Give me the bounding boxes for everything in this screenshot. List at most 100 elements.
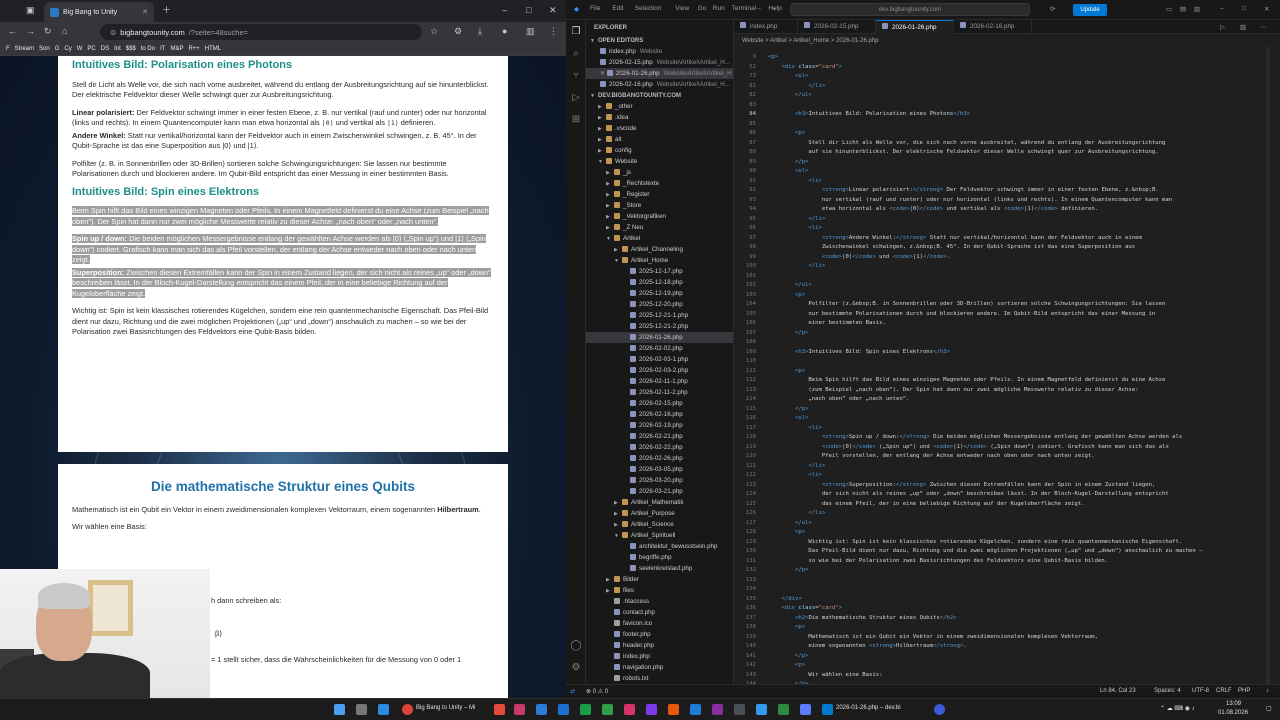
profile-icon[interactable]: ● [502,27,507,36]
cursor-position[interactable]: Ln 84, Col 23 [1100,688,1136,694]
file-tree-item[interactable]: ▶ alt [586,134,733,145]
file-tree-item[interactable]: index.php [586,651,733,662]
explorer-icon[interactable]: ❐ [570,26,582,38]
minimize-icon[interactable]: – [1220,5,1224,12]
file-tree-item[interactable]: ▶ .idea [586,112,733,123]
file-tree-item[interactable]: ▼ Artikel_Home [586,255,733,266]
file-tree-item[interactable]: ▶ Artikel_Science [586,519,733,530]
file-tree-item[interactable]: ▶ _js [586,167,733,178]
file-tree-item[interactable]: ▶ Artikel_Purpose [586,508,733,519]
file-tree-item[interactable]: 2025-12-17.php [586,266,733,277]
app-icon[interactable] [756,704,767,715]
app-icon[interactable] [778,704,789,715]
open-editor-item[interactable]: 2026-02-15.php Website\Artikel\Artikel_H.… [586,57,733,68]
browser-taskbar-icon[interactable] [402,704,413,715]
home-icon[interactable]: ⌂ [62,27,67,36]
clock-time[interactable]: 13:09 [1226,701,1241,707]
tab-actions-icon[interactable]: ▣ [26,6,35,15]
downloads-icon[interactable]: ⤓ [478,27,482,36]
workspace-header[interactable]: ▼ DEV.BIGBANGTOUNITY.COM [586,90,733,101]
file-tree-item[interactable]: navigation.php [586,662,733,673]
bookmark-item[interactable]: R++ [188,46,199,52]
start-icon[interactable] [334,704,345,715]
file-tree-item[interactable]: 2026-02-19.php [586,420,733,431]
menu-item-run[interactable]: Run [713,5,725,12]
tray-icons[interactable]: ⌃ ☁ ⌨ ◉ ♪ [1160,705,1195,712]
file-tree-item[interactable]: 2025-12-21-1.php [586,310,733,321]
file-tree-item[interactable]: ▶ _Z Neu [586,222,733,233]
app-icon[interactable] [624,704,635,715]
file-tree-item[interactable]: 2026-02-03-1.php [586,354,733,365]
clock-date[interactable]: 01.08.2026 [1218,710,1248,716]
code-editor[interactable]: 9 <p> 52 <div class="card"> 73 <ul> 81 </li>… [734,47,1280,684]
menu-icon[interactable]: ⋮ [549,27,558,36]
minimize-icon[interactable]: – [502,6,507,15]
file-tree-item[interactable]: ▶ Artikel_Channeling [586,244,733,255]
run-debug-icon[interactable]: ▷ [570,92,582,104]
vscode-taskbar-label[interactable]: 2026-01-26.php – dev.bi [836,705,901,711]
app-icon[interactable] [800,704,811,715]
search-taskbar-icon[interactable] [356,704,367,715]
file-tree-item[interactable]: ▶ Bilder [586,574,733,585]
menu-item-go[interactable]: Go [698,5,707,12]
panel-toggle-icon[interactable]: ▤ [1180,5,1186,13]
new-tab-icon[interactable]: ＋ [162,6,171,15]
menu-item-terminal[interactable]: Terminal [732,5,757,12]
file-tree-item[interactable]: 2025-12-21-2.php [586,321,733,332]
vscode-taskbar-icon[interactable] [822,704,833,715]
bookmark-item[interactable]: DS [101,46,109,52]
file-tree-item[interactable]: ▼ Artikel [586,233,733,244]
layout-icon[interactable]: ▭ [1166,5,1172,13]
open-editor-item[interactable]: index.php Website [586,46,733,57]
file-tree-item[interactable]: 2026-03-21.php [586,486,733,497]
app-icon[interactable] [712,704,723,715]
forward-icon[interactable]: → [26,27,35,36]
bookmark-item[interactable]: Son [39,46,50,52]
back-icon[interactable]: ← [8,27,17,36]
close-window-icon[interactable]: ✕ [1264,5,1269,13]
file-tree-item[interactable]: architektur_bewusstsein.php [586,541,733,552]
file-tree-item[interactable]: ▶ _Register [586,189,733,200]
run-icon[interactable]: ▷ [1220,23,1225,31]
maximize-icon[interactable]: □ [526,6,531,15]
file-tree-item[interactable]: 2026-03-20.php [586,475,733,486]
file-tree-item[interactable]: 2026-02-22.php [586,442,733,453]
nav-back-icon[interactable]: ← [756,5,763,12]
bookmark-item[interactable]: IT [160,46,165,52]
file-tree-item[interactable]: ▼ Website [586,156,733,167]
bookmark-item[interactable]: $$$ [126,46,136,52]
file-tree-item[interactable]: ▶ config [586,145,733,156]
extensions-icon[interactable]: ⚙ [454,27,462,36]
file-tree-item[interactable]: 2025-12-20.php [586,299,733,310]
file-tree-item[interactable]: seelenkreislauf.php [586,563,733,574]
file-tree-item[interactable]: 2026-02-21.php [586,431,733,442]
file-tree-item[interactable]: footer.php [586,629,733,640]
file-tree-item[interactable]: header.php [586,640,733,651]
file-tree-item[interactable]: 2026-02-16.php [586,409,733,420]
editor-tab[interactable]: index.php [734,20,798,34]
open-editor-item[interactable]: 2026-02-16.php Website\Artikel\Artikel_H.… [586,79,733,90]
encoding[interactable]: UTF-8 [1192,688,1209,694]
file-tree-item[interactable]: ▶ _Store [586,200,733,211]
menu-item-selection[interactable]: Selection [635,5,662,12]
remote-icon[interactable]: ⇄ [570,688,575,695]
browser-tab[interactable]: Big Bang to Unity ✕ [44,2,154,22]
notifications-icon[interactable]: ♪ [1266,688,1269,694]
file-tree-item[interactable]: ▶ Artikel_Mathematik [586,497,733,508]
editor-tab[interactable]: 2026-02-15.php [798,20,876,34]
app-icon[interactable] [734,704,745,715]
menu-item-view[interactable]: View [675,5,689,12]
browser-taskbar-label[interactable]: Big Bang to Unity – Mi [416,705,475,711]
app-icon[interactable] [536,704,547,715]
file-tree-item[interactable]: 2026-02-15.php [586,398,733,409]
source-control-icon[interactable]: ⑂ [570,70,582,82]
problems-indicator[interactable]: ⊗ 0 ⚠ 0 [586,688,608,695]
file-tree-item[interactable]: ▶ files [586,585,733,596]
bookmark-item[interactable]: PC [87,46,95,52]
app-icon[interactable] [514,704,525,715]
file-tree-item[interactable]: ▶ _Vektorgrafiken [586,211,733,222]
file-tree-item[interactable]: 2026-01-26.php [586,332,733,343]
file-tree-item[interactable]: 2025-12-18.php [586,277,733,288]
file-tree-item[interactable]: contact.php [586,607,733,618]
bookmark-item[interactable]: F [6,46,10,52]
